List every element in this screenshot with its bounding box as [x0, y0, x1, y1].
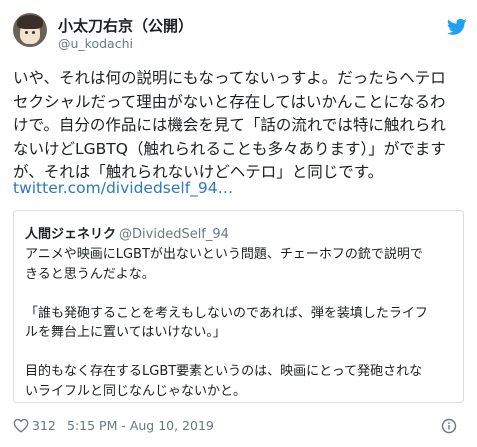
tweet-link[interactable]: twitter.com/dividedself_94… — [13, 177, 233, 201]
quoted-tweet[interactable]: 人間ジェネリク @DividedSelf_94 アニメや映画にLGBTが出ないとい… — [13, 210, 464, 403]
tweet-text-line: けで。自分の作品には機会を見て「話の流れでは特に触れられ — [13, 116, 446, 134]
quoted-text-line: きると思うんだよな。 — [25, 266, 155, 282]
author-handle[interactable]: @u_kodachi — [58, 36, 133, 51]
quoted-text-line: ルを舞台上に置いてはいけない。」 — [25, 325, 226, 340]
info-icon[interactable] — [441, 418, 457, 434]
tweet-timestamp[interactable]: 5:15 PM - Aug 10, 2019 — [67, 418, 214, 433]
heart-icon[interactable] — [13, 418, 29, 433]
quoted-text-line: 目的もなく存在するLGBT要素というのは、映画にとって発砲されな — [25, 364, 423, 379]
quoted-author-name: 人間ジェネリク — [25, 227, 117, 242]
tweet-text-line: セクシャルだって理由がないと存在してはいかんことになるわ — [13, 92, 446, 111]
like-count[interactable]: 312 — [32, 418, 56, 433]
twitter-bird-icon[interactable] — [447, 18, 467, 36]
tweet-text-line: いや、それは何の説明にもなってないっすよ。だったらヘテロ — [13, 69, 446, 87]
tweet-text: いや、それは何の説明にもなってないっすよ。だったらヘテロ セクシャルだって理由が… — [13, 67, 468, 185]
tweet-card: 小太刀右京（公開） @u_kodachi いや、それは何の説明にもなってないっす… — [0, 0, 477, 447]
avatar[interactable] — [13, 13, 47, 47]
author-display-name[interactable]: 小太刀右京（公開） — [58, 15, 193, 36]
quoted-text-line: アニメや映画にLGBTが出ないという問題、チェーホフの銃で説明で — [25, 247, 423, 262]
tweet-text-line: ないけどLGBTQ（触れられることも多々あります）」がでます — [13, 139, 446, 158]
quoted-text-gap — [25, 343, 428, 363]
quoted-text-line: 「誰も発砲することを考えもしないのであれば、弾を装填したライフ — [25, 305, 428, 321]
quoted-tweet-header: 人間ジェネリク @DividedSelf_94 — [25, 223, 229, 242]
quoted-author-handle: @DividedSelf_94 — [119, 227, 229, 242]
quoted-text-line: いライフルと同じなんじゃないかと。 — [25, 383, 247, 399]
quoted-text-gap — [25, 284, 428, 304]
quoted-tweet-text: アニメや映画にLGBTが出ないという問題、チェーホフの銃で説明で きると思うんだ… — [25, 245, 428, 401]
